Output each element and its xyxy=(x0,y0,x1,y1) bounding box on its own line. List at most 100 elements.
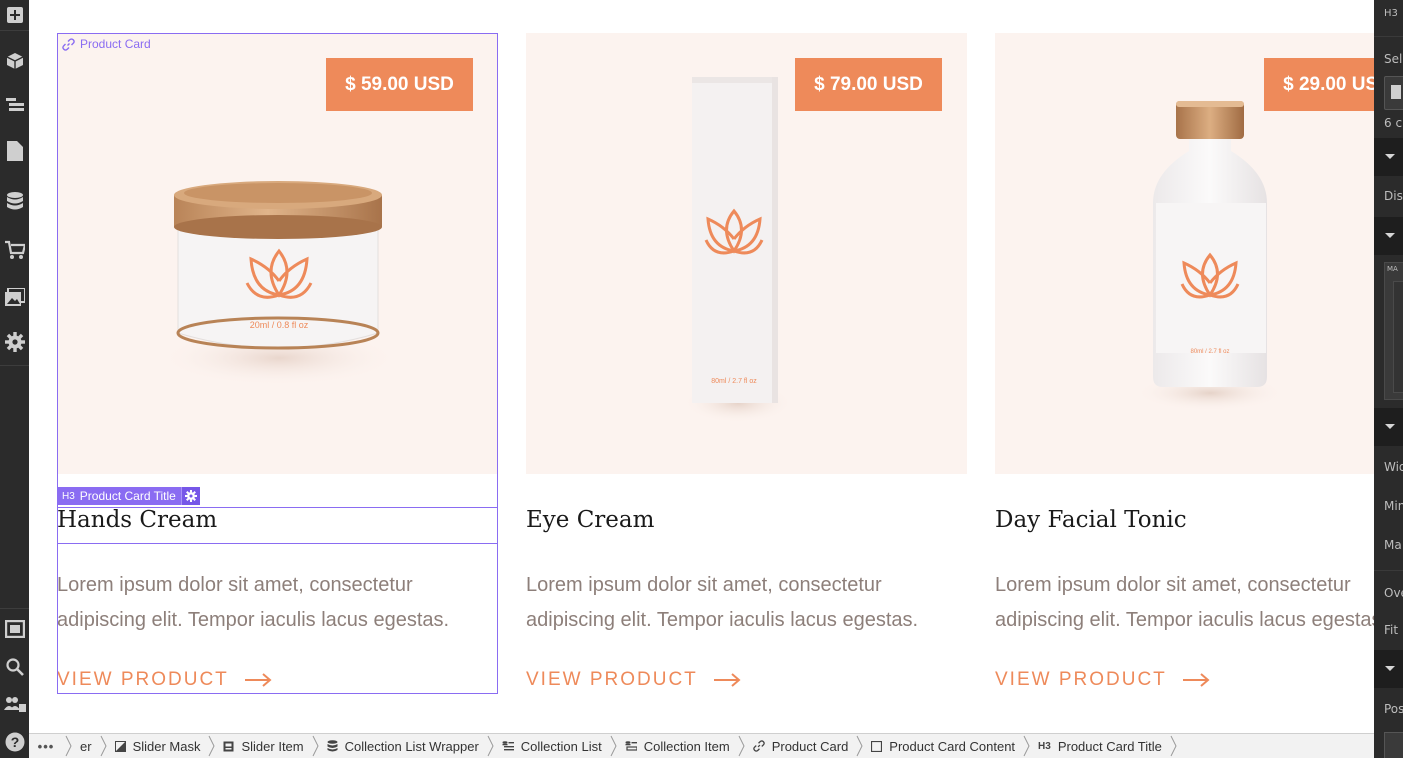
breadcrumb-item[interactable]: er xyxy=(63,734,98,758)
arrow-right-icon xyxy=(1182,673,1210,687)
chevron-right-icon xyxy=(487,734,494,758)
chevron-right-icon xyxy=(100,734,107,758)
description-line: adipiscing elit. Tempor iaculis lacus eg… xyxy=(57,609,450,631)
description-line: Lorem ipsum dolor sit amet, consectetur xyxy=(57,574,413,596)
view-product-label: VIEW PRODUCT xyxy=(526,669,698,690)
chevron-right-icon xyxy=(312,734,319,758)
product-image: $ 79.00 USD 80ml / 2.7 fl oz xyxy=(526,33,967,474)
link-icon xyxy=(752,740,765,752)
caret-down-icon xyxy=(1385,233,1395,238)
panel-label: 6 c xyxy=(1384,116,1403,130)
product-description: Lorem ipsum dolor sit amet, consectetur … xyxy=(57,568,517,638)
box-label-text: 80ml / 2.7 fl oz xyxy=(711,378,757,385)
cms-icon[interactable] xyxy=(0,186,29,216)
breadcrumb-label: Slider Item xyxy=(241,738,304,754)
product-card[interactable]: $ 59.00 USD 20ml / 0.8 fl oz Hands Cream… xyxy=(57,33,498,690)
jar-label-text: 20ml / 0.8 fl oz xyxy=(250,320,309,330)
view-product-link[interactable]: VIEW PRODUCT xyxy=(995,669,1210,691)
position-select[interactable] xyxy=(1384,732,1403,758)
breadcrumb-label: er xyxy=(80,738,92,754)
product-image: $ 59.00 USD 20ml / 0.8 fl oz xyxy=(57,33,498,474)
chevron-right-icon xyxy=(1023,734,1030,758)
preview-icon[interactable] xyxy=(0,614,29,644)
margin-padding-box[interactable]: MA xyxy=(1384,262,1403,400)
help-icon[interactable]: ? xyxy=(0,727,29,757)
view-product-link[interactable]: VIEW PRODUCT xyxy=(526,669,741,691)
section-header[interactable] xyxy=(1374,138,1403,176)
section-header[interactable] xyxy=(1374,217,1403,255)
product-description: Lorem ipsum dolor sit amet, consectetur … xyxy=(526,568,986,638)
breadcrumb-item[interactable]: Slider Item xyxy=(206,734,309,758)
collection-list-icon xyxy=(502,740,514,752)
breadcrumb-label: Collection Item xyxy=(643,738,730,754)
caret-down-icon xyxy=(1385,424,1395,429)
database-icon xyxy=(327,740,338,752)
breadcrumb-item[interactable]: Collection List Wrapper xyxy=(310,734,485,758)
product-card[interactable]: $ 29.00 USD 80ml xyxy=(995,33,1374,690)
breadcrumb-item[interactable]: H3 Product Card Title xyxy=(1021,734,1168,758)
eye-cream-box-image: 80ml / 2.7 fl oz xyxy=(683,77,793,423)
breadcrumb-label: Collection List xyxy=(520,738,602,754)
collection-item-icon xyxy=(625,740,637,752)
cube-icon[interactable] xyxy=(0,46,29,76)
element-breadcrumb: ••• er Slider Mask Slider Item Collection L… xyxy=(29,733,1374,758)
panel-label: Dis xyxy=(1384,189,1403,203)
view-product-label: VIEW PRODUCT xyxy=(995,669,1167,690)
breadcrumb-item[interactable]: Product Card Content xyxy=(854,734,1021,758)
more-icon[interactable]: ••• xyxy=(29,739,63,754)
link-icon xyxy=(62,37,75,51)
search-icon[interactable] xyxy=(0,652,29,682)
style-panel: H3 Sel 6 c Dis MA Wid Min Ma Ove Fit Pos xyxy=(1374,0,1403,758)
chevron-right-icon xyxy=(1170,734,1177,758)
panel-label: Ove xyxy=(1384,586,1403,600)
add-icon[interactable] xyxy=(0,0,29,30)
selector-field[interactable] xyxy=(1384,76,1403,110)
section-header[interactable] xyxy=(1374,650,1403,688)
navigator-icon[interactable] xyxy=(0,90,29,120)
slider-mask-icon xyxy=(114,740,126,752)
ecommerce-icon[interactable] xyxy=(0,235,29,265)
caret-down-icon xyxy=(1385,154,1395,159)
view-product-link[interactable]: VIEW PRODUCT xyxy=(57,669,272,691)
chevron-right-icon xyxy=(208,734,216,758)
selected-element-label: Product Card Title xyxy=(79,489,176,503)
settings-icon[interactable] xyxy=(0,327,29,357)
arrow-right-icon xyxy=(713,673,741,687)
chevron-right-icon xyxy=(738,734,745,758)
element-tag-label: H3 xyxy=(1384,8,1398,19)
section-header[interactable] xyxy=(1374,408,1403,446)
panel-label: Sel xyxy=(1384,52,1403,66)
product-card-title[interactable]: Eye Cream xyxy=(526,507,654,533)
breadcrumb-label: Product Card Title xyxy=(1057,738,1162,754)
breadcrumb-label: Product Card Content xyxy=(889,738,1016,754)
product-card[interactable]: $ 79.00 USD 80ml / 2.7 fl oz Eye Cream L… xyxy=(526,33,967,690)
breadcrumb-item[interactable]: Collection Item xyxy=(608,734,736,758)
panel-label: Wid xyxy=(1384,460,1403,474)
product-card-title[interactable]: Hands Cream xyxy=(57,507,217,533)
product-image: $ 29.00 USD 80ml xyxy=(995,33,1374,474)
hover-label-text: Product Card xyxy=(80,37,151,51)
pages-icon[interactable] xyxy=(0,136,29,166)
panel-label: Ma xyxy=(1384,538,1402,552)
panel-label: Pos xyxy=(1384,702,1403,716)
breadcrumb-item[interactable]: Slider Mask xyxy=(98,734,207,758)
h3-icon: H3 xyxy=(1038,740,1051,752)
element-settings-gear-icon[interactable] xyxy=(180,487,200,505)
assets-icon[interactable] xyxy=(0,282,29,312)
product-card-hover-label: Product Card xyxy=(62,37,151,51)
users-icon[interactable] xyxy=(0,689,29,719)
breadcrumb-item[interactable]: Collection List xyxy=(485,734,608,758)
breadcrumb-label: Collection List Wrapper xyxy=(344,738,479,754)
tin-jar-image: 20ml / 0.8 fl oz xyxy=(159,181,399,386)
product-card-title[interactable]: Day Facial Tonic xyxy=(995,507,1187,533)
slider-item-icon xyxy=(223,741,234,752)
svg-text:?: ? xyxy=(10,734,19,750)
breadcrumb-label: Slider Mask xyxy=(132,738,201,754)
designer-canvas[interactable]: $ 59.00 USD 20ml / 0.8 fl oz Hands Cream… xyxy=(29,0,1374,733)
description-line: Lorem ipsum dolor sit amet, consectetur xyxy=(995,574,1351,596)
selected-element-tag[interactable]: H3 Product Card Title xyxy=(57,487,200,505)
product-description: Lorem ipsum dolor sit amet, consectetur … xyxy=(995,568,1374,638)
chevron-right-icon xyxy=(610,734,617,758)
breadcrumb-item[interactable]: Product Card xyxy=(736,734,855,758)
caret-down-icon xyxy=(1385,666,1395,671)
